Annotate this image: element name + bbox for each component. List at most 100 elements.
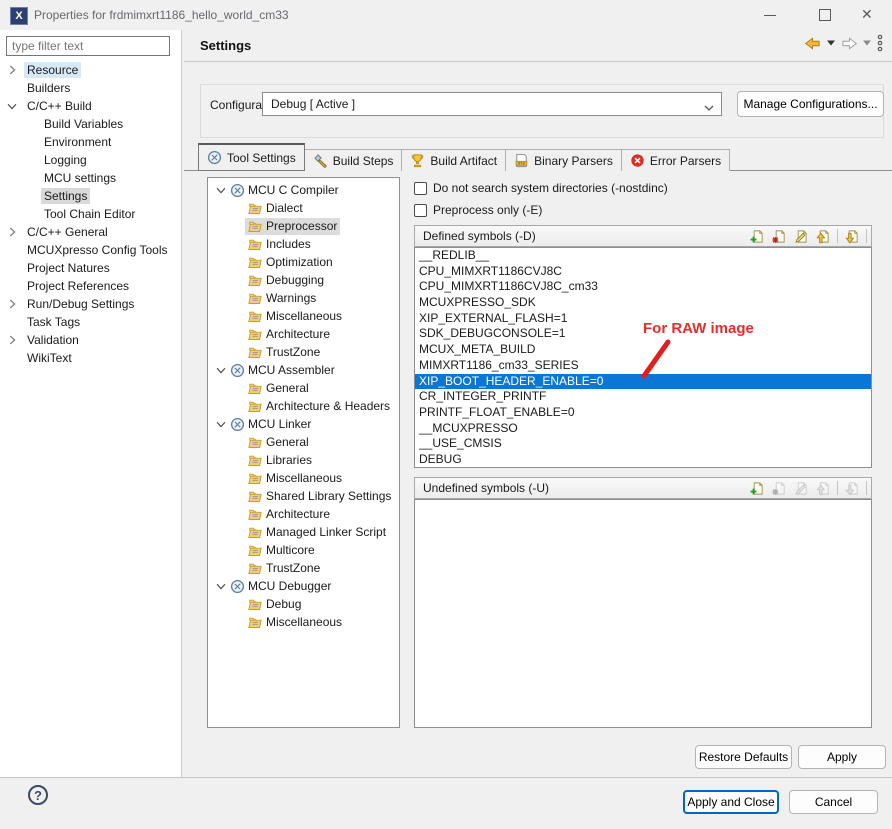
close-icon[interactable]: ✕ bbox=[861, 6, 873, 22]
tool-tree-item-debugging[interactable]: Debugging bbox=[208, 271, 399, 289]
tool-tree-item-mcu-c-compiler[interactable]: MCU C Compiler bbox=[208, 181, 399, 199]
symbol-row[interactable]: __USE_CMSIS bbox=[415, 436, 871, 452]
sidebar-item-settings[interactable]: Settings bbox=[0, 187, 180, 205]
chevron-right-icon[interactable] bbox=[0, 297, 24, 311]
tool-tree-label: MCU Linker bbox=[248, 417, 311, 431]
chevron-down-icon[interactable] bbox=[214, 183, 228, 197]
back-arrow-icon[interactable] bbox=[804, 36, 822, 51]
category-folder-icon bbox=[247, 219, 263, 234]
tool-tree-item-optimization[interactable]: Optimization bbox=[208, 253, 399, 271]
chevron-down-icon[interactable] bbox=[214, 417, 228, 431]
maximize-icon[interactable] bbox=[819, 9, 831, 21]
tool-tree-item-architecture[interactable]: Architecture bbox=[208, 505, 399, 523]
sidebar-item-c-c-general[interactable]: C/C++ General bbox=[0, 223, 180, 241]
chevron-right-icon[interactable] bbox=[0, 333, 24, 347]
symbol-row[interactable]: CPU_MIMXRT1186CVJ8C bbox=[415, 264, 871, 280]
tool-tree-item-preprocessor[interactable]: Preprocessor bbox=[208, 217, 399, 235]
tool-tree-item-mcu-debugger[interactable]: MCU Debugger bbox=[208, 577, 399, 595]
chevron-right-icon[interactable] bbox=[0, 63, 24, 77]
add-icon[interactable] bbox=[749, 481, 765, 496]
tab-build-steps[interactable]: Build Steps bbox=[304, 149, 403, 171]
sidebar-item-task-tags[interactable]: Task Tags bbox=[0, 313, 180, 331]
symbol-row[interactable]: MCUXPRESSO_SDK bbox=[415, 295, 871, 311]
preprocess-only-checkbox[interactable] bbox=[414, 204, 427, 217]
tool-tree-item-shared-library-settings[interactable]: Shared Library Settings bbox=[208, 487, 399, 505]
forward-dropdown-icon[interactable] bbox=[863, 40, 871, 46]
symbol-row[interactable]: __MCUXPRESSO bbox=[415, 421, 871, 437]
sidebar-item-logging[interactable]: Logging bbox=[0, 151, 180, 169]
move-down-icon[interactable] bbox=[844, 229, 860, 244]
chevron-down-icon[interactable] bbox=[214, 363, 228, 377]
delete-icon[interactable] bbox=[771, 229, 787, 244]
tool-tree-item-miscellaneous[interactable]: Miscellaneous bbox=[208, 469, 399, 487]
tool-tree-item-miscellaneous[interactable]: Miscellaneous bbox=[208, 307, 399, 325]
tool-tree-item-warnings[interactable]: Warnings bbox=[208, 289, 399, 307]
tab-tool-settings[interactable]: Tool Settings bbox=[198, 143, 305, 171]
tool-tree-item-general[interactable]: General bbox=[208, 433, 399, 451]
symbol-row[interactable]: CR_INTEGER_PRINTF bbox=[415, 389, 871, 405]
nostdinc-checkbox[interactable] bbox=[414, 182, 427, 195]
undefined-symbols-list[interactable] bbox=[414, 499, 872, 728]
tool-tree-item-miscellaneous[interactable]: Miscellaneous bbox=[208, 613, 399, 631]
tool-tree-item-architecture-headers[interactable]: Architecture & Headers bbox=[208, 397, 399, 415]
tool-tree-item-trustzone[interactable]: TrustZone bbox=[208, 559, 399, 577]
back-dropdown-icon[interactable] bbox=[827, 40, 835, 46]
tool-tree-item-debug[interactable]: Debug bbox=[208, 595, 399, 613]
tool-tree-item-includes[interactable]: Includes bbox=[208, 235, 399, 253]
tool-tree-item-mcu-assembler[interactable]: MCU Assembler bbox=[208, 361, 399, 379]
sidebar-item-label: Run/Debug Settings bbox=[24, 296, 137, 312]
sidebar-item-mcu-settings[interactable]: MCU settings bbox=[0, 169, 180, 187]
tab-error-parsers[interactable]: Error Parsers bbox=[621, 149, 730, 171]
symbol-row[interactable]: CPU_MIMXRT1186CVJ8C_cm33 bbox=[415, 279, 871, 295]
undefined-symbols-title: Undefined symbols (-U) bbox=[423, 481, 549, 495]
sidebar-item-builders[interactable]: Builders bbox=[0, 79, 180, 97]
apply-button[interactable]: Apply bbox=[798, 745, 886, 769]
tool-tree-entry: Miscellaneous bbox=[245, 470, 345, 487]
nostdinc-checkbox-row[interactable]: Do not search system directories (-nostd… bbox=[414, 181, 668, 195]
cancel-button[interactable]: Cancel bbox=[789, 790, 878, 814]
symbol-row[interactable]: PRINTF_FLOAT_ENABLE=0 bbox=[415, 405, 871, 421]
view-menu-icon[interactable] bbox=[876, 34, 884, 52]
configuration-select[interactable]: Debug [ Active ] bbox=[262, 92, 722, 116]
sidebar-item-project-references[interactable]: Project References bbox=[0, 277, 180, 295]
apply-and-close-button[interactable]: Apply and Close bbox=[683, 790, 779, 814]
sidebar-item-mcuxpresso-config-tools[interactable]: MCUXpresso Config Tools bbox=[0, 241, 180, 259]
chevron-right-icon[interactable] bbox=[0, 225, 24, 239]
minimize-icon[interactable] bbox=[764, 15, 776, 16]
edit-icon[interactable] bbox=[793, 229, 809, 244]
tool-tree-item-multicore[interactable]: Multicore bbox=[208, 541, 399, 559]
tool-tree-item-libraries[interactable]: Libraries bbox=[208, 451, 399, 469]
sidebar-item-tool-chain-editor[interactable]: Tool Chain Editor bbox=[0, 205, 180, 223]
tool-tree-label: TrustZone bbox=[266, 561, 320, 575]
add-icon[interactable] bbox=[749, 229, 765, 244]
tool-tree-item-managed-linker-script[interactable]: Managed Linker Script bbox=[208, 523, 399, 541]
symbol-row[interactable]: DEBUG bbox=[415, 452, 871, 468]
tool-tree-item-trustzone[interactable]: TrustZone bbox=[208, 343, 399, 361]
preprocess-only-checkbox-row[interactable]: Preprocess only (-E) bbox=[414, 203, 542, 217]
sidebar-item-validation[interactable]: Validation bbox=[0, 331, 180, 349]
manage-configurations-button[interactable]: Manage Configurations... bbox=[737, 91, 884, 117]
move-up-icon[interactable] bbox=[815, 229, 831, 244]
tool-tree-item-architecture[interactable]: Architecture bbox=[208, 325, 399, 343]
help-icon[interactable]: ? bbox=[28, 785, 48, 805]
tool-tree-item-general[interactable]: General bbox=[208, 379, 399, 397]
chevron-down-icon[interactable] bbox=[0, 99, 24, 113]
restore-defaults-button[interactable]: Restore Defaults bbox=[695, 745, 792, 769]
tool-tree-item-mcu-linker[interactable]: MCU Linker bbox=[208, 415, 399, 433]
tab-build-artifact[interactable]: Build Artifact bbox=[401, 149, 506, 171]
sidebar-item-run-debug-settings[interactable]: Run/Debug Settings bbox=[0, 295, 180, 313]
delete-icon bbox=[771, 481, 787, 496]
sidebar-item-resource[interactable]: Resource bbox=[0, 61, 180, 79]
sidebar-item-project-natures[interactable]: Project Natures bbox=[0, 259, 180, 277]
edit-icon bbox=[793, 481, 809, 496]
sidebar-item-c-c-build[interactable]: C/C++ Build bbox=[0, 97, 180, 115]
chevron-down-icon[interactable] bbox=[214, 579, 228, 593]
sidebar-item-wikitext[interactable]: WikiText bbox=[0, 349, 180, 367]
filter-input[interactable] bbox=[6, 36, 170, 56]
tab-binary-parsers[interactable]: 010Binary Parsers bbox=[505, 149, 622, 171]
sidebar-item-environment[interactable]: Environment bbox=[0, 133, 180, 151]
sidebar-item-build-variables[interactable]: Build Variables bbox=[0, 115, 180, 133]
forward-arrow-icon[interactable] bbox=[840, 36, 858, 51]
symbol-row[interactable]: __REDLIB__ bbox=[415, 248, 871, 264]
tool-tree-item-dialect[interactable]: Dialect bbox=[208, 199, 399, 217]
